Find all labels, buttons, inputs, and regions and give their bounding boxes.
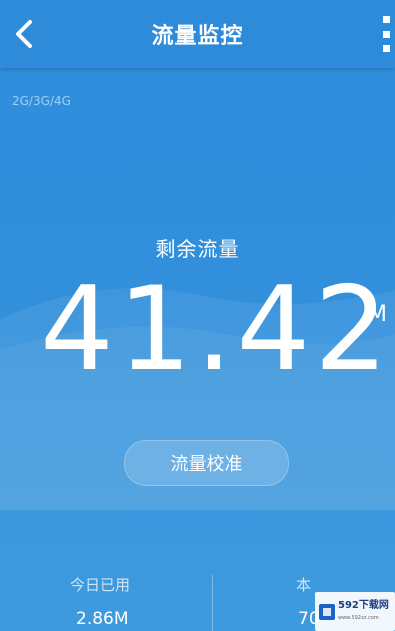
page-title: 流量监控 <box>151 24 244 49</box>
remaining-value: 41.42 <box>40 262 393 397</box>
calibrate-button[interactable]: 流量校准 <box>124 440 289 486</box>
network-type-label: 2G/3G/4G <box>12 94 71 108</box>
month-used-label: 本 <box>296 576 312 594</box>
today-used-label: 今日已用 <box>70 576 131 594</box>
app-bar: 流量监控 <box>0 0 395 68</box>
more-vert-icon[interactable] <box>379 16 393 52</box>
today-used-value: 2.86M <box>76 609 129 629</box>
watermark-logo-icon <box>319 603 335 620</box>
stats-divider <box>212 575 213 631</box>
remaining-unit: M <box>368 302 387 327</box>
remaining-label: 剩余流量 <box>155 237 240 261</box>
watermark: 592下载网 www.592xz.com <box>315 592 395 631</box>
watermark-text: 592下载网 www.592xz.com <box>338 599 389 621</box>
